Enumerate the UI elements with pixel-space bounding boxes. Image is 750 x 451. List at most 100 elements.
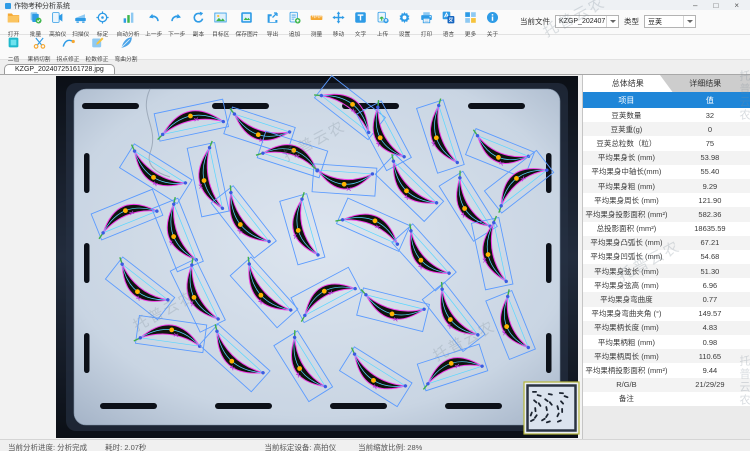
table-row: 平均果柄投影面积 (mm²)9.44: [583, 363, 750, 377]
tool-prev-step[interactable]: 上一步: [144, 11, 164, 39]
tool-language[interactable]: 语言: [439, 11, 458, 39]
tray-slot-mark: [100, 403, 157, 409]
gear-icon: [398, 11, 411, 29]
tool-count-fix[interactable]: 粒数修正: [84, 36, 110, 64]
maximize-button[interactable]: □: [713, 2, 718, 10]
tool-settings[interactable]: 设置: [395, 11, 414, 39]
tray-slot-mark: [84, 153, 90, 193]
results-panel: 总体结果 详细结果 项目 值 豆荚数量32豆荚重(g)0豆荚总粒数（粒）75平均…: [582, 75, 750, 439]
tool-move[interactable]: 移动: [329, 11, 348, 39]
tool-label: 打印: [420, 29, 431, 38]
row-label: 豆荚数量: [583, 110, 670, 121]
tool-auto-analyze[interactable]: 自动分析: [115, 11, 141, 39]
row-value: 4.83: [670, 323, 750, 332]
folder-open-icon: [7, 11, 20, 29]
tool-text[interactable]: 文字: [351, 11, 370, 39]
tool-open[interactable]: 打开: [4, 11, 23, 39]
scanner-icon: [74, 11, 87, 29]
minimize-button[interactable]: –: [693, 2, 697, 10]
image-tab[interactable]: KZGP_20240725161728.jpg: [4, 64, 115, 74]
row-label: 平均果柄粗 (mm): [583, 337, 670, 348]
tool-batch[interactable]: 批量: [26, 11, 45, 39]
tool-target-region[interactable]: 目标区: [211, 11, 231, 39]
row-value: 149.57: [670, 309, 750, 318]
tool-label: 上传: [376, 29, 387, 38]
bar-chart-icon: [122, 11, 135, 29]
row-label: 豆荚总粒数（粒）: [583, 138, 670, 149]
tool-more[interactable]: 更多: [461, 11, 480, 39]
tool-doc-camera[interactable]: 高拍仪: [48, 11, 68, 39]
scissors-icon: [33, 36, 46, 54]
row-value: 67.21: [670, 238, 750, 247]
row-value: 110.65: [670, 352, 750, 361]
results-table-header: 项目 值: [583, 92, 750, 108]
overview-thumbnail[interactable]: [524, 382, 579, 434]
append-doc-icon: [288, 11, 301, 29]
type-select[interactable]: 豆荚: [644, 15, 696, 28]
row-value: 18635.59: [670, 224, 750, 233]
tray-slot-mark: [546, 333, 552, 373]
row-label: 备注: [583, 393, 670, 404]
tool-bend-split[interactable]: 弯曲分割: [113, 36, 139, 64]
tool-scanner[interactable]: 扫描仪: [71, 11, 91, 39]
main-toolbar: 打开批量高拍仪扫描仪标定自动分析上一步下一步副本目标区保存图片导出追加测量移动文…: [0, 10, 750, 35]
save-image-icon: [240, 11, 253, 29]
image-viewer[interactable]: [0, 75, 582, 439]
tool-inflection-fix[interactable]: 拐点修正: [55, 36, 81, 64]
undo-arrow-icon: [147, 11, 160, 29]
results-table-body: 豆荚数量32豆荚重(g)0豆荚总粒数（粒）75平均果身长 (mm)53.98平均…: [583, 108, 750, 406]
row-value: 32: [670, 111, 750, 120]
tab-detailed-results[interactable]: 详细结果: [661, 75, 750, 92]
tool-append[interactable]: 追加: [285, 11, 304, 39]
header-item-column: 项目: [583, 92, 670, 108]
tool-label: 标定: [97, 29, 108, 38]
close-button[interactable]: ×: [734, 2, 739, 10]
tool-next-step[interactable]: 下一步: [167, 11, 187, 39]
table-row: 平均果身投影面积 (mm²)582.36: [583, 207, 750, 221]
tool-export[interactable]: 导出: [263, 11, 282, 39]
table-row: 平均果身长 (mm)53.98: [583, 151, 750, 165]
tool-stem-cut[interactable]: 果柄切割: [26, 36, 52, 64]
row-label: 平均果身周长 (mm): [583, 195, 670, 206]
table-row: R/G/B21/29/29: [583, 378, 750, 392]
tool-upload[interactable]: 上传: [373, 11, 392, 39]
refresh-icon: [192, 11, 205, 29]
tool-about[interactable]: 关于: [483, 11, 502, 39]
info-icon: [486, 11, 499, 29]
tool-binarize[interactable]: 二值: [4, 36, 23, 64]
tab-overall-results[interactable]: 总体结果: [583, 75, 673, 92]
tool-measure[interactable]: 测量: [307, 11, 326, 39]
current-file-select[interactable]: KZGP_202407: [555, 15, 619, 28]
row-label: 平均果身凸弧长 (mm): [583, 237, 670, 248]
row-value: 582.36: [670, 210, 750, 219]
tool-duplicate[interactable]: 副本: [189, 11, 208, 39]
tool-label: 下一步: [168, 29, 185, 38]
image-region-icon: [214, 11, 227, 29]
tool-label: 副本: [193, 29, 204, 38]
text-tool-icon: [354, 11, 367, 29]
tool-label: 上一步: [145, 29, 162, 38]
tray-slot-mark: [215, 403, 272, 409]
app-window: 作物考种分析系统 – □ × 打开批量高拍仪扫描仪标定自动分析上一步下一步副本目…: [0, 0, 750, 451]
tray-slot-mark: [212, 103, 269, 109]
tool-save-image[interactable]: 保存图片: [234, 11, 260, 39]
binary-square-icon: [7, 36, 20, 54]
table-row: 平均果身粗 (mm)9.29: [583, 179, 750, 193]
redo-arrow-icon: [170, 11, 183, 29]
tool-print[interactable]: 打印: [417, 11, 436, 39]
row-value: 6.96: [670, 281, 750, 290]
chevron-down-icon: [683, 16, 695, 27]
row-label: 平均果身长 (mm): [583, 152, 670, 163]
edit-toolbar-tools: 二值果柄切割拐点修正粒数修正弯曲分割: [4, 36, 139, 64]
row-label: 平均果身弯曲夹角 (°): [583, 308, 670, 319]
analysis-scene[interactable]: [0, 75, 582, 439]
row-label: 平均果身中轴长(mm): [583, 166, 670, 177]
tray-slot-mark: [84, 243, 90, 283]
table-row: 平均果身弯曲度0.77: [583, 292, 750, 306]
row-label: 平均果身弯曲度: [583, 294, 670, 305]
tool-label: 扫描仪: [72, 29, 89, 38]
table-row: 平均果身中轴长(mm)55.40: [583, 165, 750, 179]
tool-calibrate[interactable]: 标定: [93, 11, 112, 39]
language-icon: [442, 11, 455, 29]
current-file-label: 当前文件: [520, 16, 550, 27]
